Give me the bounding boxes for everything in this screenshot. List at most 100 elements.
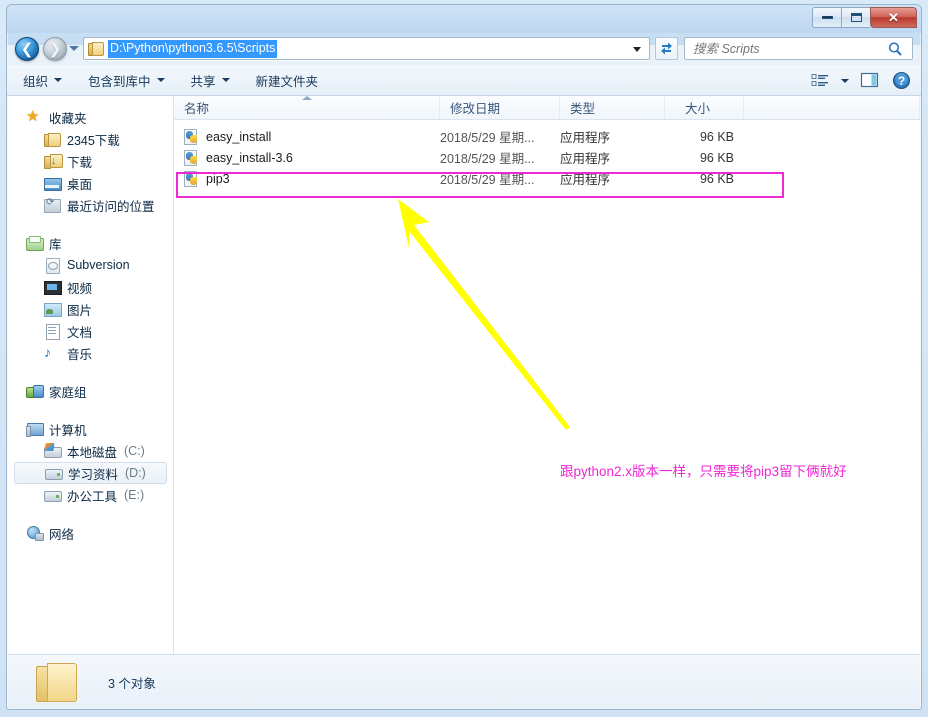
drive-icon bbox=[45, 465, 63, 481]
svg-text:?: ? bbox=[897, 74, 904, 88]
minimize-button[interactable] bbox=[812, 7, 841, 28]
address-bar-row: ❮ ❯ D:\Python\python3.6.5\Scripts bbox=[7, 33, 921, 65]
address-path-text: D:\Python\python3.6.5\Scripts bbox=[108, 39, 278, 58]
back-button[interactable]: ❮ bbox=[15, 37, 39, 61]
view-options-dropdown[interactable] bbox=[837, 69, 853, 93]
back-arrow-icon: ❮ bbox=[20, 40, 34, 58]
column-label: 名称 bbox=[184, 102, 210, 116]
sidebar-item-subversion[interactable]: Subversion bbox=[8, 254, 173, 276]
sidebar-item-documents[interactable]: 文档 bbox=[8, 320, 173, 342]
chevron-down-icon bbox=[841, 78, 849, 83]
file-size: 96 KB bbox=[699, 150, 734, 165]
sidebar-label: 计算机 bbox=[49, 423, 87, 438]
folder-icon bbox=[44, 131, 61, 147]
sidebar-item-computer[interactable]: 计算机 bbox=[8, 418, 173, 440]
file-list-pane[interactable]: 名称 修改日期 类型 大小 easy_install 2018/5/29 星期.… bbox=[174, 96, 920, 654]
toolbar-new-folder[interactable]: 新建文件夹 bbox=[246, 67, 329, 94]
maximize-button[interactable] bbox=[841, 7, 870, 28]
sidebar-label: 办公工具 bbox=[67, 489, 118, 504]
sidebar-item-homegroup[interactable]: 家庭组 bbox=[8, 380, 173, 402]
annotation-note: 跟python2.x版本一样，只需要将pip3留下俩就好 bbox=[560, 464, 847, 479]
explorer-window: ✕ ❮ ❯ D:\Python\python3.6.5\Scripts 搜索 S… bbox=[6, 4, 922, 710]
column-header-size[interactable]: 大小 bbox=[665, 96, 744, 119]
sidebar-item-2345download[interactable]: 2345下载 bbox=[8, 128, 173, 150]
column-header-date[interactable]: 修改日期 bbox=[440, 96, 560, 119]
command-toolbar: 组织 包含到库中 共享 新建文件夹 ? bbox=[7, 65, 921, 96]
sidebar-item-drive-d[interactable]: 学习资料 (D:) bbox=[14, 462, 167, 484]
sidebar-drive-letter: (E:) bbox=[124, 488, 145, 502]
chevron-down-icon bbox=[54, 78, 63, 82]
table-row[interactable]: pip3 2018/5/29 星期... 应用程序 96 KB bbox=[174, 168, 920, 189]
search-input[interactable] bbox=[693, 41, 886, 56]
search-box[interactable] bbox=[684, 37, 913, 60]
sidebar-item-desktop[interactable]: 桌面 bbox=[8, 172, 173, 194]
column-label: 大小 bbox=[685, 102, 711, 116]
sidebar-label: Subversion bbox=[67, 258, 130, 272]
sidebar-item-videos[interactable]: 视频 bbox=[8, 276, 173, 298]
sidebar-label: 网络 bbox=[49, 527, 75, 542]
table-row[interactable]: easy_install 2018/5/29 星期... 应用程序 96 KB bbox=[174, 126, 920, 147]
refresh-button[interactable] bbox=[655, 37, 678, 60]
sidebar-label: 最近访问的位置 bbox=[67, 199, 155, 214]
help-button[interactable]: ? bbox=[887, 69, 915, 93]
sidebar-item-drive-e[interactable]: 办公工具 (E:) bbox=[8, 484, 173, 506]
toolbar-include-in-library[interactable]: 包含到库中 bbox=[78, 67, 175, 94]
navigation-pane[interactable]: ★ 收藏夹 2345下载 下载 桌面 bbox=[8, 96, 174, 654]
sidebar-drive-letter: (D:) bbox=[125, 466, 146, 480]
sidebar-item-pictures[interactable]: 图片 bbox=[8, 298, 173, 320]
column-header-name[interactable]: 名称 bbox=[174, 96, 440, 119]
sidebar-label: 收藏夹 bbox=[49, 111, 87, 126]
library-icon bbox=[26, 235, 44, 251]
subversion-icon bbox=[44, 257, 60, 274]
view-options-button[interactable] bbox=[806, 69, 834, 93]
search-icon bbox=[888, 41, 902, 56]
close-button[interactable]: ✕ bbox=[870, 7, 917, 28]
column-header-type[interactable]: 类型 bbox=[560, 96, 665, 119]
nav-group-favorites: ★ 收藏夹 2345下载 下载 桌面 bbox=[8, 106, 173, 216]
forward-arrow-icon: ❯ bbox=[48, 40, 62, 58]
forward-button[interactable]: ❯ bbox=[43, 37, 67, 61]
file-size: 96 KB bbox=[699, 129, 734, 144]
homegroup-icon bbox=[26, 383, 44, 399]
chevron-down-icon bbox=[156, 78, 165, 82]
window-controls: ✕ bbox=[812, 7, 917, 28]
file-name: pip3 bbox=[206, 171, 230, 186]
sidebar-label: 桌面 bbox=[67, 177, 93, 192]
python-exe-icon bbox=[184, 149, 200, 166]
nav-group-network: 网络 bbox=[8, 522, 173, 544]
sidebar-drive-letter: (C:) bbox=[124, 444, 145, 458]
refresh-icon bbox=[661, 42, 672, 55]
toolbar-organize[interactable]: 组织 bbox=[13, 67, 72, 94]
sidebar-item-favorites[interactable]: ★ 收藏夹 bbox=[8, 106, 173, 128]
sidebar-label: 家庭组 bbox=[49, 385, 87, 400]
drive-icon bbox=[44, 487, 62, 503]
table-row[interactable]: easy_install-3.6 2018/5/29 星期... 应用程序 96… bbox=[174, 147, 920, 168]
sidebar-item-network[interactable]: 网络 bbox=[8, 522, 173, 544]
history-dropdown-icon[interactable] bbox=[69, 46, 79, 51]
toolbar-share[interactable]: 共享 bbox=[181, 67, 240, 94]
preview-pane-button[interactable] bbox=[856, 69, 884, 93]
address-bar[interactable]: D:\Python\python3.6.5\Scripts bbox=[83, 37, 650, 60]
sidebar-item-downloads[interactable]: 下载 bbox=[8, 150, 173, 172]
file-type: 应用程序 bbox=[560, 131, 611, 145]
sidebar-item-libraries[interactable]: 库 bbox=[8, 232, 173, 254]
video-icon bbox=[44, 279, 62, 295]
sidebar-item-recent-places[interactable]: 最近访问的位置 bbox=[8, 194, 173, 216]
sidebar-label: 2345下载 bbox=[67, 133, 120, 148]
column-label: 类型 bbox=[570, 102, 596, 116]
sidebar-item-music[interactable]: ♪ 音乐 bbox=[8, 342, 173, 364]
chevron-down-icon bbox=[221, 78, 230, 82]
sidebar-label: 音乐 bbox=[67, 347, 93, 362]
file-date: 2018/5/29 星期... bbox=[440, 152, 535, 166]
chevron-down-icon[interactable] bbox=[633, 47, 641, 52]
item-count-label: 3 个对象 bbox=[108, 676, 156, 691]
sidebar-label: 库 bbox=[49, 237, 62, 252]
sidebar-item-drive-c[interactable]: 本地磁盘 (C:) bbox=[8, 440, 173, 462]
sidebar-label: 下载 bbox=[67, 155, 93, 170]
file-date: 2018/5/29 星期... bbox=[440, 173, 535, 187]
file-name: easy_install bbox=[206, 129, 272, 144]
